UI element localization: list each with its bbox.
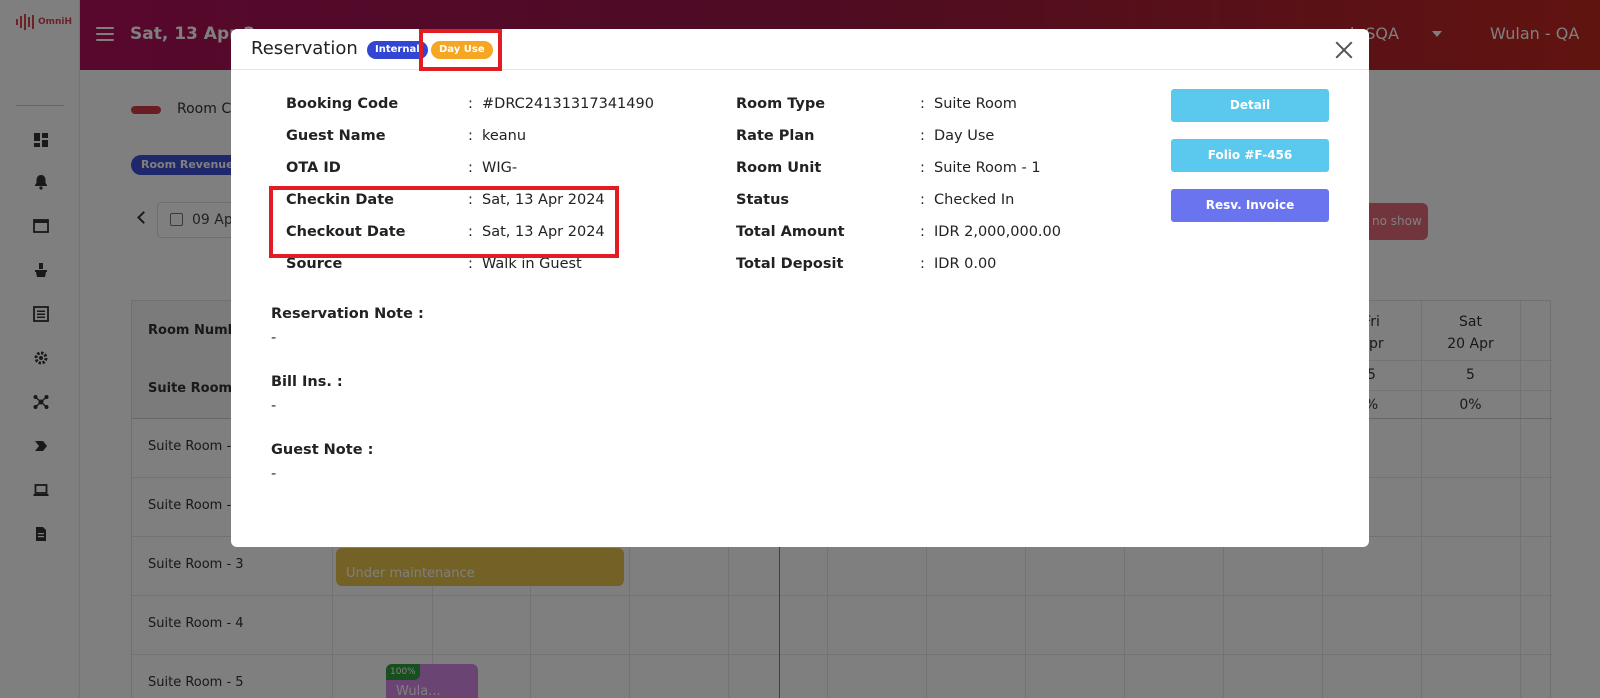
- guest-name-label: Guest Name: [286, 128, 386, 144]
- source-label: Source: [286, 256, 343, 272]
- field-colon: :: [920, 224, 925, 240]
- field-colon: :: [920, 96, 925, 112]
- field-colon: :: [468, 128, 473, 144]
- field-colon: :: [468, 256, 473, 272]
- room-unit-value: Suite Room - 1: [934, 160, 1041, 176]
- reservation-note-label: Reservation Note :: [271, 306, 424, 322]
- total-deposit-label: Total Deposit: [736, 256, 844, 272]
- field-colon: :: [920, 256, 925, 272]
- bill-instruction-label: Bill Ins. :: [271, 374, 343, 390]
- modal-header: Reservation Internal Day Use: [231, 29, 1369, 71]
- reservation-modal: Reservation Internal Day Use Booking Cod…: [231, 29, 1369, 547]
- source-value: Walk in Guest: [482, 256, 582, 272]
- highlight-box-badge: [419, 29, 502, 71]
- status-label: Status: [736, 192, 790, 208]
- room-unit-label: Room Unit: [736, 160, 822, 176]
- field-colon: :: [920, 160, 925, 176]
- field-colon: :: [920, 192, 925, 208]
- rate-plan-label: Rate Plan: [736, 128, 815, 144]
- detail-button[interactable]: Detail: [1171, 89, 1329, 122]
- total-amount-label: Total Amount: [736, 224, 845, 240]
- total-amount-value: IDR 2,000,000.00: [934, 224, 1061, 240]
- guest-note-label: Guest Note :: [271, 442, 374, 458]
- bill-instruction-value: -: [271, 398, 277, 414]
- rate-plan-value: Day Use: [934, 128, 995, 144]
- field-colon: :: [468, 96, 473, 112]
- reservation-note-value: -: [271, 330, 277, 346]
- ota-id-label: OTA ID: [286, 160, 341, 176]
- booking-code-label: Booking Code: [286, 96, 399, 112]
- highlight-box-dates: [269, 186, 619, 258]
- close-icon[interactable]: [1333, 39, 1355, 61]
- folio-button[interactable]: Folio #F-456: [1171, 139, 1329, 172]
- booking-code-value: #DRC24131317341490: [482, 96, 654, 112]
- field-colon: :: [468, 160, 473, 176]
- modal-title: Reservation: [251, 38, 358, 59]
- room-type-value: Suite Room: [934, 96, 1017, 112]
- status-value: Checked In: [934, 192, 1015, 208]
- resv-invoice-button[interactable]: Resv. Invoice: [1171, 189, 1329, 222]
- guest-name-value: keanu: [482, 128, 527, 144]
- ota-id-value: WIG-: [482, 160, 518, 176]
- room-type-label: Room Type: [736, 96, 826, 112]
- total-deposit-value: IDR 0.00: [934, 256, 997, 272]
- field-colon: :: [920, 128, 925, 144]
- guest-note-value: -: [271, 466, 277, 482]
